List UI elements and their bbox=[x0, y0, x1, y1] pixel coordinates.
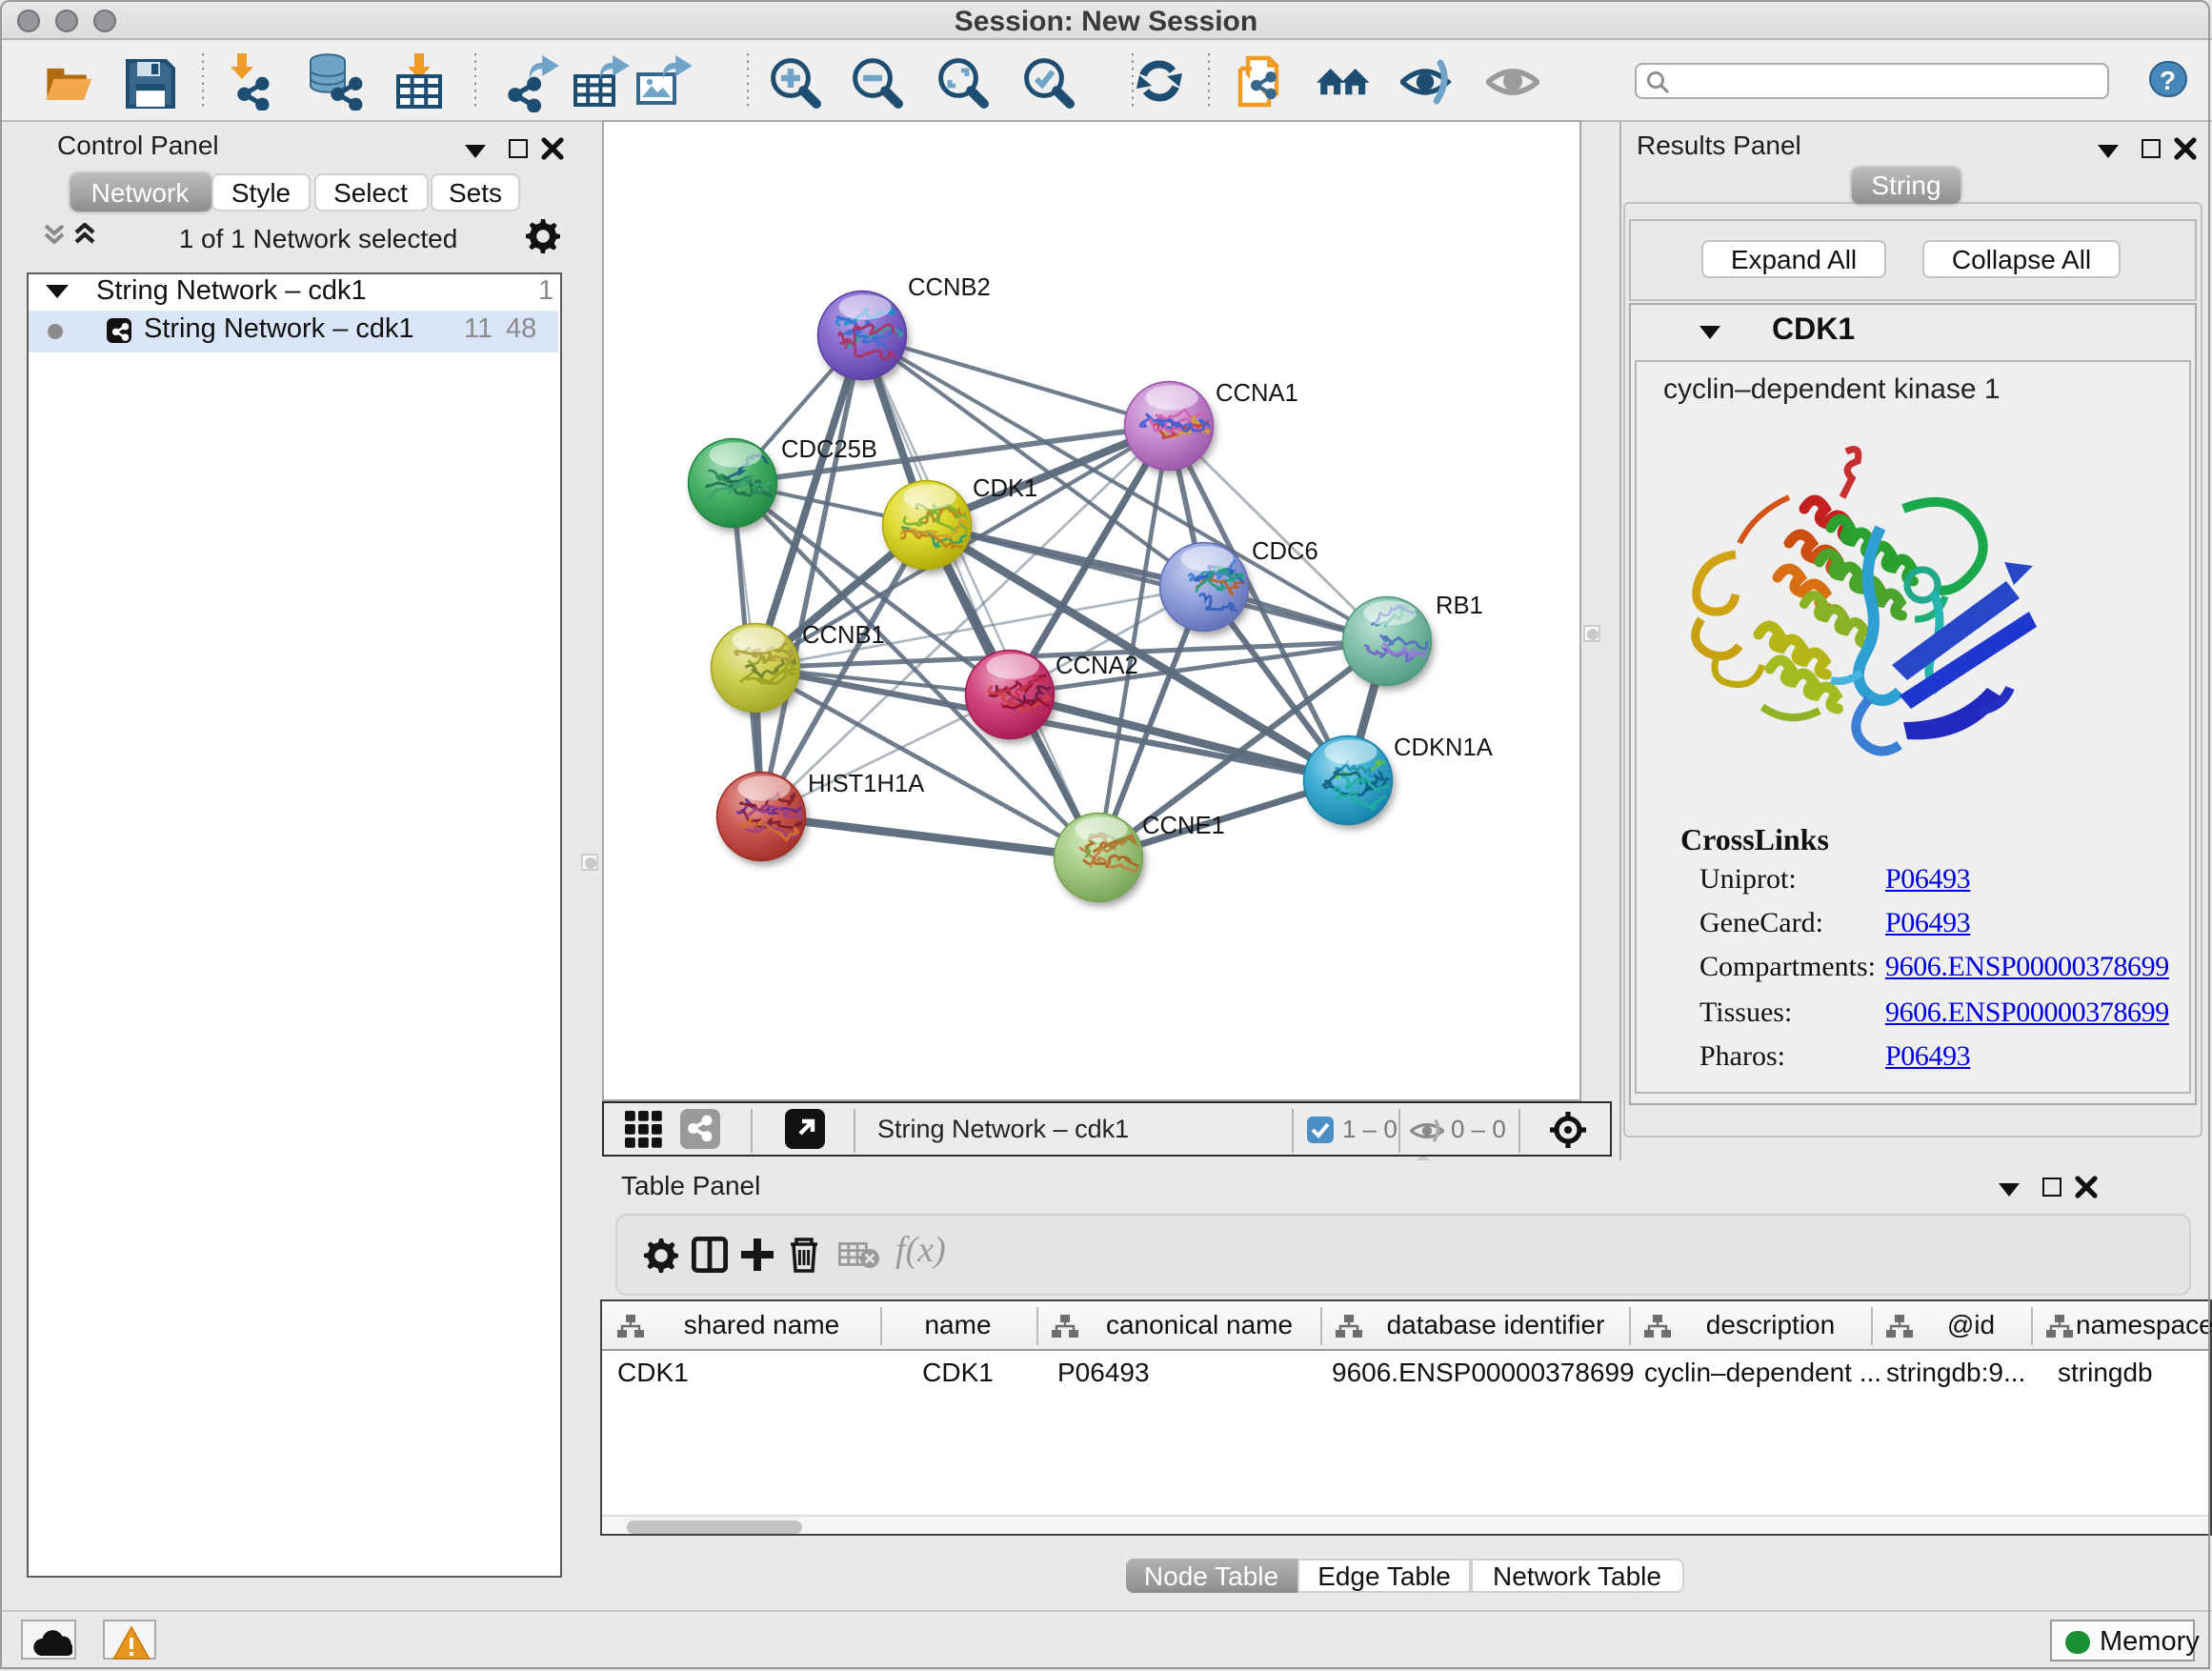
svg-text:RB1: RB1 bbox=[1435, 593, 1482, 619]
svg-text:CDK1: CDK1 bbox=[972, 475, 1036, 502]
svg-text:CDKN1A: CDKN1A bbox=[1393, 735, 1493, 761]
svg-text:CCNE1: CCNE1 bbox=[1141, 813, 1224, 839]
svg-text:CCNA1: CCNA1 bbox=[1215, 380, 1297, 407]
svg-text:CDC25B: CDC25B bbox=[780, 436, 876, 463]
svg-text:CCNB1: CCNB1 bbox=[801, 622, 884, 649]
svg-text:CCNB2: CCNB2 bbox=[907, 274, 990, 301]
svg-text:HIST1H1A: HIST1H1A bbox=[807, 771, 924, 797]
svg-text:CDC6: CDC6 bbox=[1251, 538, 1317, 565]
svg-text:CCNA2: CCNA2 bbox=[1055, 653, 1137, 679]
